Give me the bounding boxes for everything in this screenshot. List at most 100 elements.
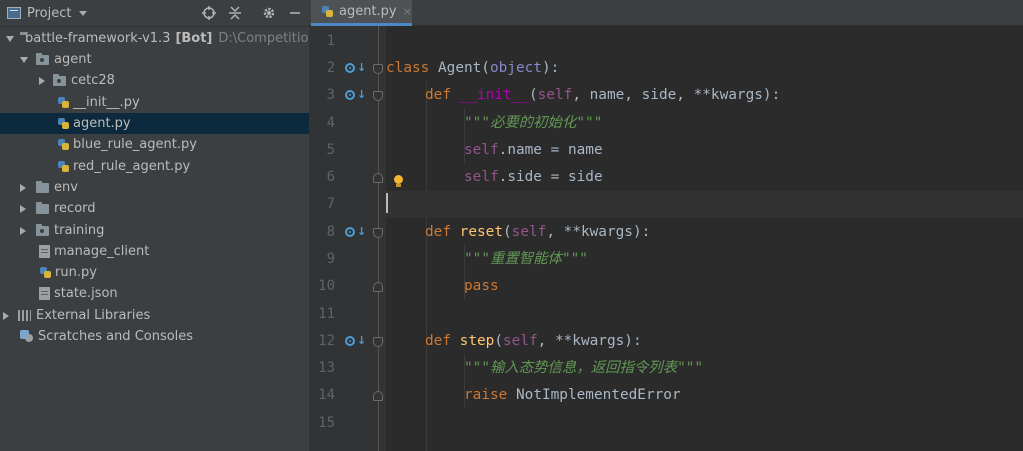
project-view-icon xyxy=(7,7,21,19)
is-overridden-icon[interactable] xyxy=(345,336,355,346)
line-number: 5 xyxy=(326,142,335,158)
is-overridden-icon[interactable] xyxy=(345,90,355,100)
chevron-right-icon[interactable] xyxy=(20,226,26,235)
line-number: 2 xyxy=(326,60,335,76)
file-icon xyxy=(39,245,50,258)
code-line: """必要的初始化""" xyxy=(464,115,603,131)
python-file-icon xyxy=(57,138,70,152)
chevron-down-icon[interactable] xyxy=(6,35,14,42)
editor-tab-bar: agent.py × xyxy=(309,0,1023,26)
tree-item-manage-client[interactable]: manage_client xyxy=(0,241,309,262)
tree-item-label: External Libraries xyxy=(36,308,151,323)
code-line: self.name = name xyxy=(464,142,603,158)
is-overridden-icon[interactable] xyxy=(345,227,355,237)
project-view-dropdown[interactable]: Project xyxy=(27,6,71,21)
line-number: 8 xyxy=(326,224,335,240)
chevron-right-icon[interactable] xyxy=(20,204,26,213)
fold-icon[interactable] xyxy=(373,228,383,238)
tree-item-label: __init__.py xyxy=(73,95,140,110)
python-file-icon xyxy=(57,117,70,131)
code-line: def step(self, **kwargs): xyxy=(425,333,642,349)
tree-item-red-rule-agent[interactable]: red_rule_agent.py xyxy=(0,156,309,177)
code-line: def __init__(self, name, side, **kwargs)… xyxy=(425,87,781,103)
code-line: pass xyxy=(464,278,499,294)
arrow-down-icon[interactable]: ↓ xyxy=(357,225,366,238)
tree-item-label: run.py xyxy=(55,265,97,280)
fold-icon[interactable] xyxy=(373,337,383,347)
line-number: 12 xyxy=(318,333,335,349)
line-number: 14 xyxy=(318,387,335,403)
chevron-right-icon[interactable] xyxy=(20,183,26,192)
vcs-branch-badge: [Bot] xyxy=(175,31,213,46)
tree-item-training[interactable]: training xyxy=(0,220,309,241)
project-panel-header: Project xyxy=(0,0,309,27)
tree-item-label: state.json xyxy=(54,286,118,301)
tab-agent-py[interactable]: agent.py × xyxy=(311,0,412,26)
chevron-right-icon[interactable] xyxy=(3,311,9,320)
code-line: class Agent(object): xyxy=(386,60,560,76)
tree-item-cetc28[interactable]: cetc28 xyxy=(0,70,309,91)
python-file-icon xyxy=(39,266,52,280)
folder-icon xyxy=(36,180,49,193)
code-line: """重置智能体""" xyxy=(464,251,588,267)
folder-icon xyxy=(36,201,49,214)
code-line: raise NotImplementedError xyxy=(464,387,681,403)
tree-item-init-py[interactable]: __init__.py xyxy=(0,92,309,113)
is-subclassed-icon[interactable] xyxy=(345,63,355,73)
fold-icon[interactable] xyxy=(373,64,383,74)
fold-icon[interactable] xyxy=(373,91,383,101)
line-number: 15 xyxy=(318,415,335,431)
close-icon[interactable]: × xyxy=(403,5,412,18)
tree-item-external-libraries[interactable]: External Libraries xyxy=(0,305,309,326)
tree-item-label: red_rule_agent.py xyxy=(73,159,191,174)
json-file-icon xyxy=(39,287,50,300)
code-line: self.side = side xyxy=(464,169,603,185)
tree-item-label: agent xyxy=(54,52,92,67)
tree-item-agent-py[interactable]: agent.py xyxy=(0,113,309,134)
tree-item-scratches[interactable]: Scratches and Consoles xyxy=(0,326,309,347)
arrow-down-icon[interactable]: ↓ xyxy=(357,334,366,347)
tree-item-label: battle-framework-v1.3 xyxy=(25,31,171,46)
tree-item-record[interactable]: record xyxy=(0,198,309,219)
code-editor[interactable]: class Agent(object): def __init__(self, … xyxy=(386,26,1023,451)
fold-end-icon[interactable] xyxy=(373,391,383,401)
tree-item-label: env xyxy=(54,180,78,195)
lightbulb-icon[interactable] xyxy=(393,175,403,189)
tree-item-agent[interactable]: agent xyxy=(0,49,309,70)
line-number: 9 xyxy=(326,251,335,267)
project-path: D:\Competition\ xyxy=(218,31,309,46)
line-number: 6 xyxy=(326,169,335,185)
project-panel: Project battle-framework-v1.3 [Bot] D:\C… xyxy=(0,0,309,451)
fold-end-icon[interactable] xyxy=(373,282,383,292)
line-number: 13 xyxy=(318,360,335,376)
tree-item-project-root[interactable]: battle-framework-v1.3 [Bot] D:\Competiti… xyxy=(0,28,309,49)
arrow-down-icon[interactable]: ↓ xyxy=(357,88,366,101)
scratches-icon xyxy=(20,330,34,343)
package-folder-icon xyxy=(36,223,49,236)
tree-item-label: training xyxy=(54,223,105,238)
text-caret xyxy=(386,193,388,213)
tree-item-label: manage_client xyxy=(54,244,150,259)
tree-item-env[interactable]: env xyxy=(0,177,309,198)
tree-item-state-json[interactable]: state.json xyxy=(0,283,309,304)
editor-gutter: 1 2 3 4 5 6 7 8 9 10 11 12 13 14 15 ↓ ↓ … xyxy=(309,26,386,451)
gear-icon[interactable] xyxy=(261,5,277,21)
python-file-icon xyxy=(57,96,70,110)
target-icon[interactable] xyxy=(201,5,217,21)
collapse-all-icon[interactable] xyxy=(227,5,243,21)
line-number: 4 xyxy=(326,115,335,131)
line-number: 10 xyxy=(318,278,335,294)
libraries-icon xyxy=(18,310,31,321)
code-line: def reset(self, **kwargs): xyxy=(425,224,651,240)
tree-item-run-py[interactable]: run.py xyxy=(0,262,309,283)
fold-end-icon[interactable] xyxy=(373,173,383,183)
minimize-icon[interactable] xyxy=(287,5,303,21)
chevron-down-icon[interactable] xyxy=(20,56,28,63)
chevron-down-icon[interactable] xyxy=(79,10,88,16)
chevron-right-icon[interactable] xyxy=(39,76,45,85)
code-line: """输入态势信息，返回指令列表""" xyxy=(464,360,704,376)
tree-item-blue-rule-agent[interactable]: blue_rule_agent.py xyxy=(0,134,309,155)
tree-item-label: cetc28 xyxy=(71,73,115,88)
arrow-down-icon[interactable]: ↓ xyxy=(357,61,366,74)
code-line-current xyxy=(386,191,1023,218)
